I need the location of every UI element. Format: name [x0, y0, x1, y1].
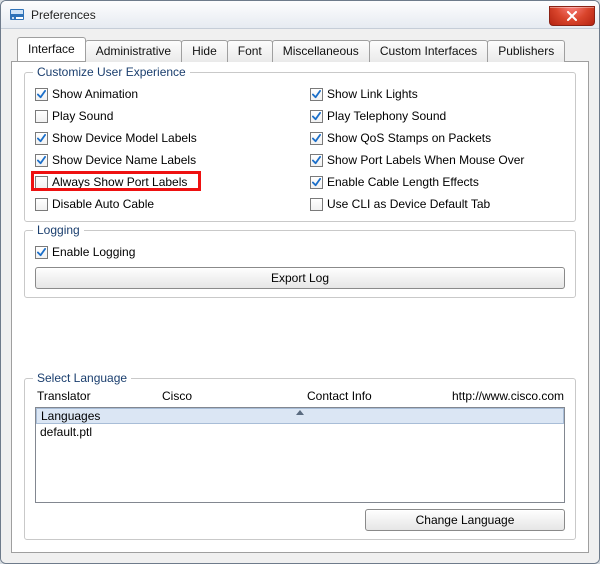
tab-miscellaneous[interactable]: Miscellaneous: [272, 40, 370, 62]
checkbox-always-show-port-labels[interactable]: [35, 176, 48, 189]
checkbox-show-device-model-labels[interactable]: [35, 132, 48, 145]
opt-play-sound: Play Sound: [35, 107, 290, 125]
header-contact-info: Contact Info: [307, 389, 452, 403]
titlebar: Preferences: [1, 1, 599, 29]
opt-show-animation: Show Animation: [35, 85, 290, 103]
group-logging-legend: Logging: [33, 223, 84, 237]
group-logging: Logging Enable Logging Export Log: [24, 230, 576, 298]
export-log-button[interactable]: Export Log: [35, 267, 565, 289]
checkbox-show-port-labels-hover[interactable]: [310, 154, 323, 167]
spacer: [24, 306, 576, 370]
checkbox-enable-logging[interactable]: [35, 246, 48, 259]
group-customize: Customize User Experience Show Animation…: [24, 72, 576, 222]
customize-grid: Show Animation Show Link Lights Play Sou…: [35, 83, 565, 213]
label-show-animation: Show Animation: [52, 87, 138, 101]
export-log-label: Export Log: [271, 271, 329, 285]
opt-show-link-lights: Show Link Lights: [310, 85, 565, 103]
opt-always-show-port-labels: Always Show Port Labels: [35, 173, 290, 191]
label-play-telephony-sound: Play Telephony Sound: [327, 109, 446, 123]
label-use-cli-default-tab: Use CLI as Device Default Tab: [327, 197, 490, 211]
tab-hide[interactable]: Hide: [181, 40, 228, 62]
opt-show-device-model-labels: Show Device Model Labels: [35, 129, 290, 147]
checkbox-show-device-name-labels[interactable]: [35, 154, 48, 167]
language-list[interactable]: Languages default.ptl: [35, 407, 565, 503]
sort-caret-icon: [296, 410, 304, 415]
checkbox-use-cli-default-tab[interactable]: [310, 198, 323, 211]
label-enable-logging: Enable Logging: [52, 245, 135, 259]
window-title: Preferences: [31, 8, 549, 22]
tab-interface[interactable]: Interface: [17, 37, 86, 61]
label-show-device-model-labels: Show Device Model Labels: [52, 131, 197, 145]
label-show-device-name-labels: Show Device Name Labels: [52, 153, 196, 167]
group-customize-legend: Customize User Experience: [33, 65, 190, 79]
label-always-show-port-labels: Always Show Port Labels: [52, 175, 187, 189]
label-enable-cable-length-effects: Enable Cable Length Effects: [327, 175, 479, 189]
opt-show-qos-stamps: Show QoS Stamps on Packets: [310, 129, 565, 147]
language-button-row: Change Language: [35, 509, 565, 531]
tab-administrative[interactable]: Administrative: [85, 40, 182, 62]
group-language: Select Language Translator Cisco Contact…: [24, 378, 576, 540]
close-icon: [566, 11, 578, 21]
label-show-port-labels-hover: Show Port Labels When Mouse Over: [327, 153, 524, 167]
opt-enable-cable-length-effects: Enable Cable Length Effects: [310, 173, 565, 191]
checkbox-show-animation[interactable]: [35, 88, 48, 101]
tab-publishers[interactable]: Publishers: [487, 40, 565, 62]
opt-disable-auto-cable: Disable Auto Cable: [35, 195, 290, 213]
checkbox-show-link-lights[interactable]: [310, 88, 323, 101]
header-url: http://www.cisco.com: [452, 389, 564, 403]
language-list-header[interactable]: Languages: [36, 408, 564, 424]
checkbox-enable-cable-length-effects[interactable]: [310, 176, 323, 189]
label-disable-auto-cable: Disable Auto Cable: [52, 197, 154, 211]
opt-show-port-labels-hover: Show Port Labels When Mouse Over: [310, 151, 565, 169]
list-item[interactable]: default.ptl: [36, 424, 564, 440]
checkbox-play-sound[interactable]: [35, 110, 48, 123]
tabstrip: Interface Administrative Hide Font Misce…: [11, 39, 589, 61]
app-icon: [9, 7, 25, 23]
list-item-label: default.ptl: [40, 425, 92, 439]
checkbox-play-telephony-sound[interactable]: [310, 110, 323, 123]
tab-panel-interface: Customize User Experience Show Animation…: [11, 61, 589, 553]
group-language-legend: Select Language: [33, 371, 131, 385]
client-area: Interface Administrative Hide Font Misce…: [1, 29, 599, 563]
opt-use-cli-default-tab: Use CLI as Device Default Tab: [310, 195, 565, 213]
opt-show-device-name-labels: Show Device Name Labels: [35, 151, 290, 169]
language-list-header-label: Languages: [41, 409, 100, 423]
change-language-button[interactable]: Change Language: [365, 509, 565, 531]
label-show-qos-stamps: Show QoS Stamps on Packets: [327, 131, 491, 145]
header-translator: Translator: [37, 389, 162, 403]
close-button[interactable]: [549, 6, 595, 26]
opt-enable-logging: Enable Logging: [35, 243, 565, 261]
change-language-label: Change Language: [416, 513, 515, 527]
preferences-window: Preferences Interface Administrative Hid…: [0, 0, 600, 564]
tab-custom-interfaces[interactable]: Custom Interfaces: [369, 40, 488, 62]
language-column-headers: Translator Cisco Contact Info http://www…: [35, 389, 565, 407]
label-play-sound: Play Sound: [52, 109, 113, 123]
checkbox-disable-auto-cable[interactable]: [35, 198, 48, 211]
checkbox-show-qos-stamps[interactable]: [310, 132, 323, 145]
label-show-link-lights: Show Link Lights: [327, 87, 418, 101]
tab-font[interactable]: Font: [227, 40, 273, 62]
header-cisco: Cisco: [162, 389, 307, 403]
opt-play-telephony-sound: Play Telephony Sound: [310, 107, 565, 125]
